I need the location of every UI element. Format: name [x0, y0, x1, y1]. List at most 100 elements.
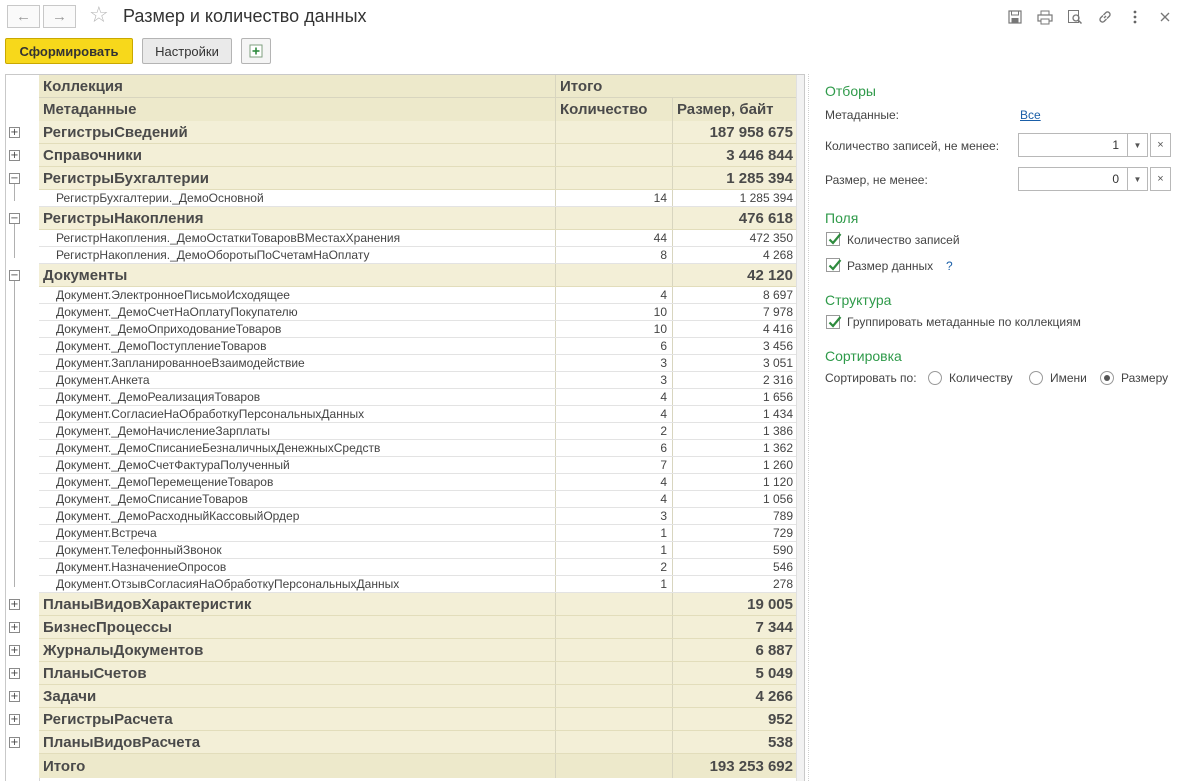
group-size: 3 446 844: [672, 144, 798, 166]
group-name: БизнесПроцессы: [43, 618, 172, 636]
forward-button[interactable]: →: [43, 5, 76, 28]
sort-by-count-radio[interactable]: [928, 371, 942, 385]
table-group-row[interactable]: ПланыВидовХарактеристик 19 005: [39, 593, 798, 616]
expand-icon[interactable]: +: [9, 737, 20, 748]
total-count: [555, 754, 672, 778]
table-row[interactable]: Документ._ДемоПеремещениеТоваров 4 1 120: [39, 474, 798, 491]
field-count-label: Количество записей: [847, 233, 960, 247]
table-row[interactable]: Документ.ЗапланированноеВзаимодействие 3 3…: [39, 355, 798, 372]
print-icon[interactable]: [1034, 6, 1056, 28]
expand-icon[interactable]: +: [9, 599, 20, 610]
save-icon[interactable]: [1004, 6, 1026, 28]
page-title: Размер и количество данных: [123, 6, 367, 26]
preview-icon[interactable]: [1064, 6, 1086, 28]
expand-icon[interactable]: +: [9, 622, 20, 633]
table-row[interactable]: Документ.СогласиеНаОбработкуПерсональных…: [39, 406, 798, 423]
table-group-row[interactable]: ПланыСчетов 5 049: [39, 662, 798, 685]
table-row[interactable]: Документ._ДемоПоступлениеТоваров 6 3 456: [39, 338, 798, 355]
table-group-row[interactable]: Справочники 3 446 844: [39, 144, 798, 167]
table-group-row[interactable]: РегистрыРасчета 952: [39, 708, 798, 731]
generate-button[interactable]: Сформировать: [5, 38, 133, 64]
group-count: [555, 207, 672, 229]
expand-all-button[interactable]: [241, 38, 271, 64]
table-row[interactable]: Документ._ДемоСписаниеБезналичныхДенежны…: [39, 440, 798, 457]
sort-by-name-radio[interactable]: [1029, 371, 1043, 385]
back-button[interactable]: ←: [7, 5, 40, 28]
report-table: Коллекция Итого Метаданные Количество Размер…: [5, 74, 805, 781]
vertical-scrollbar[interactable]: [796, 75, 804, 781]
row-count: 10: [555, 304, 672, 320]
checkmark-icon: [828, 233, 842, 245]
table-group-row[interactable]: ЖурналыДокументов 6 887: [39, 639, 798, 662]
expand-icon[interactable]: +: [9, 127, 20, 138]
group-count: [555, 616, 672, 638]
table-group-row[interactable]: РегистрыНакопления 476 618: [39, 207, 798, 230]
metadata-filter-label: Метаданные:: [825, 108, 900, 122]
row-size: 4 416: [672, 321, 798, 337]
collapse-icon[interactable]: −: [9, 173, 20, 184]
group-count: [555, 264, 672, 286]
table-row[interactable]: РегистрБухгалтерии._ДемоОсновной 14 1 285 …: [39, 190, 798, 207]
table-row[interactable]: Документ.ЭлектронноеПисьмоИсходящее 4 8 69…: [39, 287, 798, 304]
table-total-row: Итого 193 253 692: [39, 754, 798, 778]
row-metadata-name: Документ.ТелефонныйЗвонок: [56, 543, 222, 557]
row-count: 6: [555, 338, 672, 354]
link-icon[interactable]: [1094, 6, 1116, 28]
row-metadata-name: Документ.СогласиеНаОбработкуПерсональных…: [56, 407, 365, 421]
table-group-row[interactable]: БизнесПроцессы 7 344: [39, 616, 798, 639]
help-icon[interactable]: ?: [946, 259, 953, 273]
table-row[interactable]: Документ.Встреча 1 729: [39, 525, 798, 542]
table-row[interactable]: Документ.ТелефонныйЗвонок 1 590: [39, 542, 798, 559]
min-records-clear-button[interactable]: ×: [1150, 133, 1171, 157]
table-row[interactable]: РегистрНакопления._ДемоОстаткиТоваровВМе…: [39, 230, 798, 247]
group-count: [555, 593, 672, 615]
table-group-row[interactable]: Документы 42 120: [39, 264, 798, 287]
panel-divider[interactable]: [808, 74, 810, 781]
table-row[interactable]: Документ.ОтзывСогласияНаОбработкуПерсона…: [39, 576, 798, 593]
group-name: РегистрыРасчета: [43, 710, 173, 728]
table-row[interactable]: Документ._ДемоСписаниеТоваров 4 1 056: [39, 491, 798, 508]
group-by-collection-checkbox[interactable]: [826, 315, 842, 329]
min-records-input[interactable]: 1: [1018, 133, 1128, 157]
structure-section-title: Структура: [825, 292, 892, 308]
favorite-star-icon[interactable]: ☆: [89, 3, 109, 28]
expand-icon[interactable]: +: [9, 714, 20, 725]
row-metadata-name: Документ._ДемоРасходныйКассовыйОрдер: [56, 509, 300, 523]
row-count: 1: [555, 542, 672, 558]
metadata-filter-link[interactable]: Все: [1020, 108, 1041, 122]
collapse-icon[interactable]: −: [9, 213, 20, 224]
expand-icon[interactable]: +: [9, 150, 20, 161]
expand-icon[interactable]: +: [9, 645, 20, 656]
table-row[interactable]: Документ._ДемоОприходованиеТоваров 10 4 41…: [39, 321, 798, 338]
field-size-checkbox[interactable]: [826, 258, 842, 272]
min-size-clear-button[interactable]: ×: [1150, 167, 1171, 191]
table-row[interactable]: Документ._ДемоРасходныйКассовыйОрдер 3 789: [39, 508, 798, 525]
table-row[interactable]: РегистрНакопления._ДемоОборотыПоСчетамНа…: [39, 247, 798, 264]
field-count-checkbox[interactable]: [826, 232, 842, 246]
min-size-dropdown-button[interactable]: ▼: [1128, 167, 1148, 191]
min-records-dropdown-button[interactable]: ▼: [1128, 133, 1148, 157]
more-menu-icon[interactable]: [1124, 6, 1146, 28]
table-row[interactable]: Документ.НазначениеОпросов 2 546: [39, 559, 798, 576]
table-group-row[interactable]: РегистрыСведений 187 958 675: [39, 121, 798, 144]
table-row[interactable]: Документ._ДемоРеализацияТоваров 4 1 656: [39, 389, 798, 406]
row-size: 7 978: [672, 304, 798, 320]
expand-icon[interactable]: +: [9, 691, 20, 702]
row-size: 472 350: [672, 230, 798, 246]
row-size: 1 386: [672, 423, 798, 439]
group-size: 187 958 675: [672, 121, 798, 143]
close-icon[interactable]: [1154, 6, 1176, 28]
expand-icon[interactable]: +: [9, 668, 20, 679]
table-group-row[interactable]: РегистрыБухгалтерии 1 285 394: [39, 167, 798, 190]
table-group-row[interactable]: ПланыВидовРасчета 538: [39, 731, 798, 754]
sort-by-size-radio[interactable]: [1100, 371, 1114, 385]
group-name: ПланыВидовРасчета: [43, 733, 201, 751]
table-row[interactable]: Документ._ДемоСчетФактураПолученный 7 1 26…: [39, 457, 798, 474]
collapse-icon[interactable]: −: [9, 270, 20, 281]
min-size-input[interactable]: 0: [1018, 167, 1128, 191]
table-row[interactable]: Документ._ДемоСчетНаОплатуПокупателю 10 7 …: [39, 304, 798, 321]
settings-button[interactable]: Настройки: [142, 38, 232, 64]
table-row[interactable]: Документ._ДемоНачислениеЗарплаты 2 1 386: [39, 423, 798, 440]
table-row[interactable]: Документ.Анкета 3 2 316: [39, 372, 798, 389]
table-group-row[interactable]: Задачи 4 266: [39, 685, 798, 708]
